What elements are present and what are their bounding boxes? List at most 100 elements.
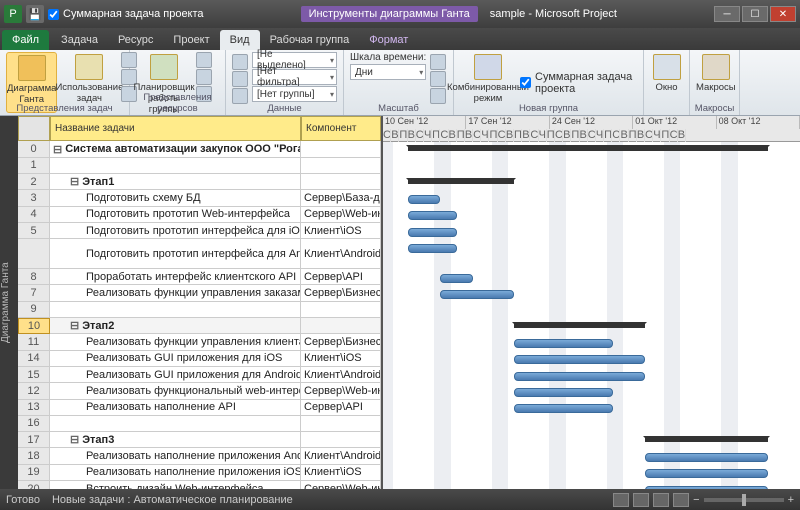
table-row[interactable]: 3Подготовить схему БДСервер\База-да [18, 190, 381, 206]
task-bar[interactable] [514, 372, 645, 381]
task-name-cell[interactable]: Подготовить прототип Web-интерфейса [50, 207, 301, 223]
component-cell[interactable] [301, 416, 381, 432]
table-row[interactable]: 7Реализовать функции управления заказами… [18, 285, 381, 301]
task-name-cell[interactable]: ⊟Этап3 [50, 432, 301, 448]
zoom-selected-icon[interactable] [430, 88, 446, 104]
zoom-out-button[interactable]: − [693, 494, 699, 506]
tab-file[interactable]: Файл [2, 30, 49, 50]
table-row[interactable]: 5Подготовить прототип интерфейса для iOS… [18, 223, 381, 239]
summary-bar[interactable] [408, 178, 515, 184]
filter-combo[interactable]: [Нет фильтра] [252, 69, 337, 85]
task-bar[interactable] [440, 290, 514, 299]
task-bar[interactable] [408, 244, 457, 253]
zoom-entire-icon[interactable] [430, 71, 446, 87]
task-name-cell[interactable]: Реализовать функции управления заказами [50, 285, 301, 301]
table-row[interactable]: 2⊟Этап1 [18, 174, 381, 190]
task-bar[interactable] [408, 211, 457, 220]
tab-team[interactable]: Рабочая группа [260, 30, 360, 50]
grid-body[interactable]: 0⊟Система автоматизации закупок ООО "Рог… [18, 141, 381, 489]
table-row[interactable]: 4Подготовить прототип Web-интерфейсаСерв… [18, 207, 381, 223]
gantt-body[interactable] [383, 142, 800, 489]
tab-resource[interactable]: Ресурс [108, 30, 163, 50]
component-cell[interactable] [301, 432, 381, 448]
component-cell[interactable]: Клиент\iOS [301, 223, 381, 239]
tab-view[interactable]: Вид [220, 30, 260, 50]
table-row[interactable]: 14Реализовать GUI приложения для iOSКлие… [18, 351, 381, 367]
task-bar[interactable] [645, 469, 768, 478]
component-cell[interactable]: Сервер\Бизнес- [301, 334, 381, 350]
col-name[interactable]: Название задачи [50, 116, 301, 141]
task-bar[interactable] [645, 453, 768, 462]
task-name-cell[interactable]: Реализовать GUI приложения для iOS [50, 351, 301, 367]
sort-icon[interactable] [232, 54, 248, 70]
table-row[interactable]: 20Встроить дизайн Web-интерфейсаСервер\W… [18, 481, 381, 489]
task-name-cell[interactable] [50, 416, 301, 432]
view-sidebar[interactable]: Диаграмма Ганта [0, 116, 18, 489]
outline-icon[interactable] [232, 71, 248, 87]
gantt-chart[interactable]: 10 Сен '1217 Сен '1224 Сен '1201 Окт '12… [383, 116, 800, 489]
summary-project-checkbox[interactable]: Суммарная задача проекта [520, 70, 637, 96]
summary-bar[interactable] [645, 436, 768, 442]
component-cell[interactable]: Сервер\API [301, 269, 381, 285]
task-name-cell[interactable]: Реализовать наполнение приложения Andro [50, 448, 301, 464]
task-name-cell[interactable]: Встроить дизайн Web-интерфейса [50, 481, 301, 489]
task-name-cell[interactable]: ⊟Система автоматизации закупок ООО "Рога… [50, 141, 301, 157]
tab-format[interactable]: Формат [359, 30, 418, 50]
save-icon[interactable]: 💾 [26, 5, 44, 23]
minimize-button[interactable]: ─ [714, 6, 740, 22]
task-name-cell[interactable]: Реализовать GUI приложения для Android [50, 367, 301, 383]
tab-task[interactable]: Задача [51, 30, 108, 50]
component-cell[interactable] [301, 158, 381, 174]
col-component[interactable]: Компонент [301, 116, 381, 141]
col-id[interactable] [18, 116, 50, 141]
component-cell[interactable]: Сервер\Web-ин [301, 481, 381, 489]
table-row[interactable]: 13Реализовать наполнение APIСервер\API [18, 400, 381, 416]
component-cell[interactable]: Клиент\Android [301, 367, 381, 383]
task-bar[interactable] [514, 339, 612, 348]
summary-task-checkbox[interactable]: Суммарная задача проекта [48, 7, 204, 21]
table-row[interactable]: 16 [18, 416, 381, 432]
table-row[interactable]: 1 [18, 158, 381, 174]
timescale-combo[interactable]: Дни [350, 64, 426, 80]
table-row[interactable]: 11Реализовать функции управления клиента… [18, 334, 381, 350]
task-bar[interactable] [514, 355, 645, 364]
expand-icon[interactable]: ⊟ [70, 433, 79, 446]
task-bar[interactable] [408, 228, 457, 237]
task-name-cell[interactable]: ⊟Этап1 [50, 174, 301, 190]
table-row[interactable]: 12Реализовать функциональный web-интерфе… [18, 383, 381, 399]
task-bar[interactable] [408, 195, 441, 204]
view-button[interactable] [633, 493, 649, 507]
tables-icon[interactable] [232, 88, 248, 104]
task-name-cell[interactable]: Подготовить схему БД [50, 190, 301, 206]
task-bar[interactable] [514, 388, 612, 397]
maximize-button[interactable]: ☐ [742, 6, 768, 22]
component-cell[interactable]: Сервер\База-да [301, 190, 381, 206]
task-bar[interactable] [440, 274, 473, 283]
component-cell[interactable] [301, 174, 381, 190]
component-cell[interactable] [301, 302, 381, 318]
task-name-cell[interactable]: Подготовить прототип интерфейса для iOS [50, 223, 301, 239]
task-name-cell[interactable]: Подготовить прототип интерфейса для Andr… [50, 239, 301, 269]
table-row[interactable]: 8Проработать интерфейс клиентского APIСе… [18, 269, 381, 285]
task-bar[interactable] [645, 486, 768, 489]
task-name-cell[interactable] [50, 302, 301, 318]
task-name-cell[interactable]: Проработать интерфейс клиентского API [50, 269, 301, 285]
task-name-cell[interactable]: Реализовать наполнение приложения iOS [50, 465, 301, 481]
component-cell[interactable]: Клиент\iOS [301, 465, 381, 481]
table-row[interactable]: 15Реализовать GUI приложения для Android… [18, 367, 381, 383]
table-row[interactable]: 19Реализовать наполнение приложения iOSК… [18, 465, 381, 481]
table-row[interactable]: 18Реализовать наполнение приложения Andr… [18, 448, 381, 464]
expand-icon[interactable]: ⊟ [70, 319, 79, 332]
component-cell[interactable]: Сервер\Бизнес- [301, 285, 381, 301]
app-icon[interactable]: P [4, 5, 22, 23]
component-cell[interactable]: Сервер\Web-ин [301, 383, 381, 399]
view-button[interactable] [613, 493, 629, 507]
component-cell[interactable]: Клиент\Android [301, 239, 381, 269]
expand-icon[interactable]: ⊟ [53, 143, 62, 156]
task-name-cell[interactable]: Реализовать функциональный web-интерфейс [50, 383, 301, 399]
table-row[interactable]: Подготовить прототип интерфейса для Andr… [18, 239, 381, 269]
component-cell[interactable]: Клиент\Android [301, 448, 381, 464]
task-name-cell[interactable] [50, 158, 301, 174]
component-cell[interactable]: Сервер\API [301, 400, 381, 416]
task-name-cell[interactable]: ⊟Этап2 [50, 318, 301, 334]
